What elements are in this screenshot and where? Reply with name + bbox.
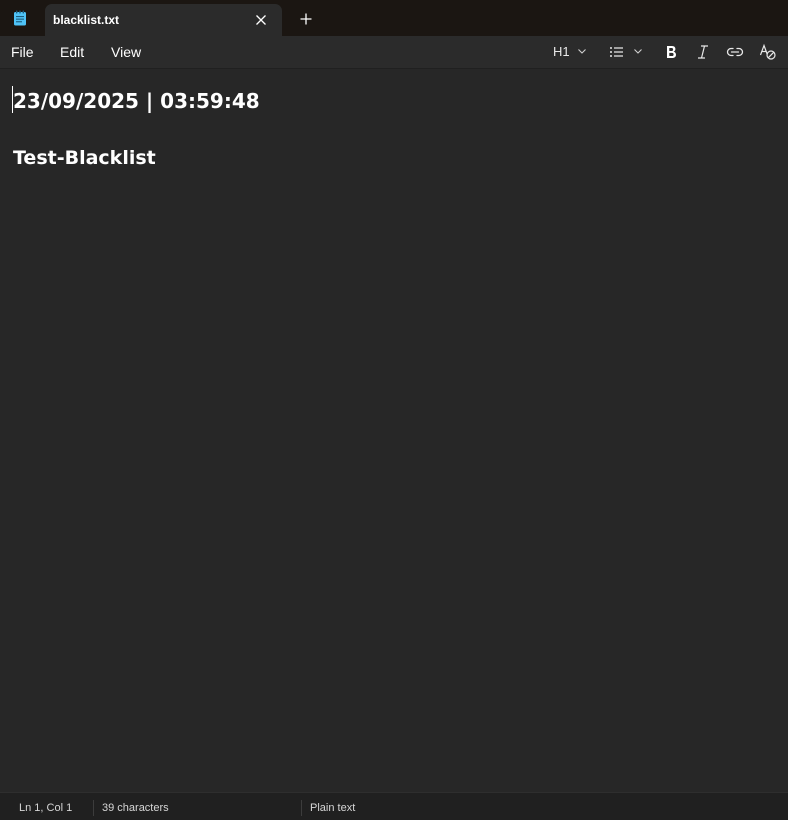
text-format[interactable]: Plain text bbox=[310, 802, 355, 814]
menu-view[interactable]: View bbox=[111, 44, 141, 60]
link-icon[interactable] bbox=[726, 44, 744, 64]
clear-formatting-icon[interactable] bbox=[759, 43, 777, 63]
menu-edit[interactable]: Edit bbox=[60, 44, 84, 60]
chevron-down-icon bbox=[577, 46, 587, 56]
tab-blacklist[interactable]: blacklist.txt bbox=[45, 4, 282, 36]
chevron-down-icon bbox=[633, 46, 643, 56]
status-bar: Ln 1, Col 1 39 characters Plain text bbox=[0, 792, 788, 820]
menu-file[interactable]: File bbox=[11, 44, 34, 60]
character-count: 39 characters bbox=[102, 802, 169, 814]
close-icon[interactable] bbox=[251, 10, 271, 30]
italic-icon[interactable] bbox=[695, 44, 711, 64]
document-line-2: Test-Blacklist bbox=[13, 147, 156, 169]
tab-title: blacklist.txt bbox=[53, 13, 120, 27]
status-divider bbox=[93, 800, 94, 816]
document-line-1: 23/09/2025 | 03:59:48 bbox=[13, 89, 260, 113]
list-dropdown[interactable] bbox=[609, 42, 645, 62]
heading-label: H1 bbox=[553, 44, 570, 59]
menu-bar: File Edit View H1 bbox=[0, 36, 788, 69]
status-divider bbox=[301, 800, 302, 816]
notepad-icon bbox=[13, 10, 27, 26]
title-bar: blacklist.txt bbox=[0, 0, 788, 36]
bold-icon[interactable] bbox=[663, 44, 679, 64]
cursor-position: Ln 1, Col 1 bbox=[19, 802, 73, 814]
notepad-window: blacklist.txt File Edit View H1 23/09/20… bbox=[0, 0, 788, 820]
text-editor[interactable]: 23/09/2025 | 03:59:48 Test-Blacklist bbox=[0, 69, 788, 792]
heading-dropdown[interactable]: H1 bbox=[553, 42, 593, 62]
plus-icon[interactable] bbox=[296, 9, 316, 29]
bulleted-list-icon bbox=[609, 44, 625, 60]
